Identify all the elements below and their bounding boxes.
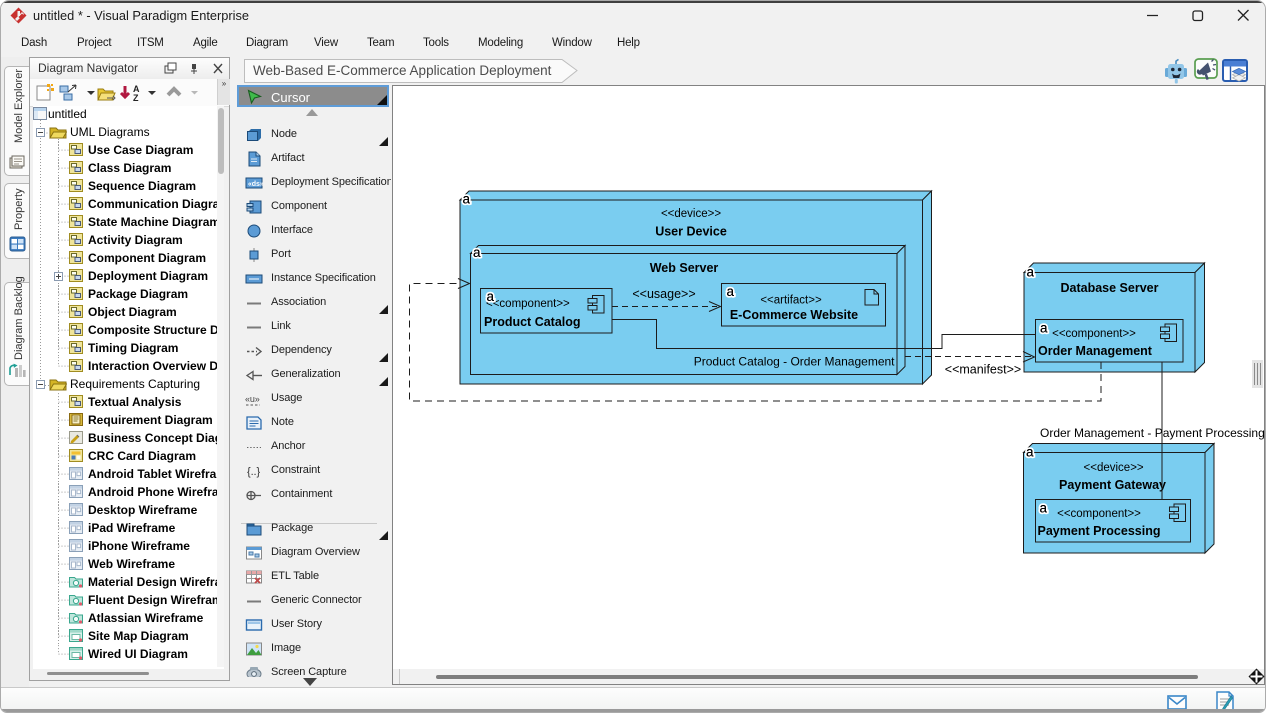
svg-text:Database Server: Database Server [1061,281,1159,295]
svg-text:<<manifest>>: <<manifest>> [945,363,1021,377]
svg-text:Product Catalog: Product Catalog [484,315,581,329]
svg-text:{..}: {..} [247,466,260,478]
svg-text:<<component>>: <<component>> [486,298,570,310]
svg-text:<<device>>: <<device>> [1084,462,1144,474]
svg-text:a: a [1040,501,1048,516]
svg-text:Order Management - Payment Pro: Order Management - Payment Processing [1040,426,1264,440]
svg-text:Payment Gateway: Payment Gateway [1059,478,1166,492]
svg-text:a: a [727,284,735,299]
svg-text:Order Management: Order Management [1038,344,1153,358]
svg-text:Z: Z [133,93,139,103]
svg-text:a: a [1027,265,1035,280]
svg-text:<<device>>: <<device>> [661,208,721,220]
svg-text:a: a [463,192,471,207]
svg-text:a: a [1040,321,1048,336]
svg-text:a: a [1026,445,1034,460]
svg-text:E-Commerce Website: E-Commerce Website [730,308,858,322]
svg-text:«ds»: «ds» [248,181,263,188]
svg-text:a: a [473,245,481,260]
svg-text:Product Catalog - Order Manage: Product Catalog - Order Management [694,355,895,369]
svg-text:User Device: User Device [655,225,727,239]
svg-text:<<usage>>: <<usage>> [632,287,695,301]
svg-text:a: a [487,289,495,304]
svg-text:<<component>>: <<component>> [1057,508,1141,520]
svg-text:<<artifact>>: <<artifact>> [760,294,822,306]
svg-text:Payment Processing: Payment Processing [1038,524,1161,538]
svg-text:«u»: «u» [245,394,260,404]
svg-text:Web Server: Web Server [650,261,719,275]
svg-text:<<component>>: <<component>> [1052,328,1136,340]
